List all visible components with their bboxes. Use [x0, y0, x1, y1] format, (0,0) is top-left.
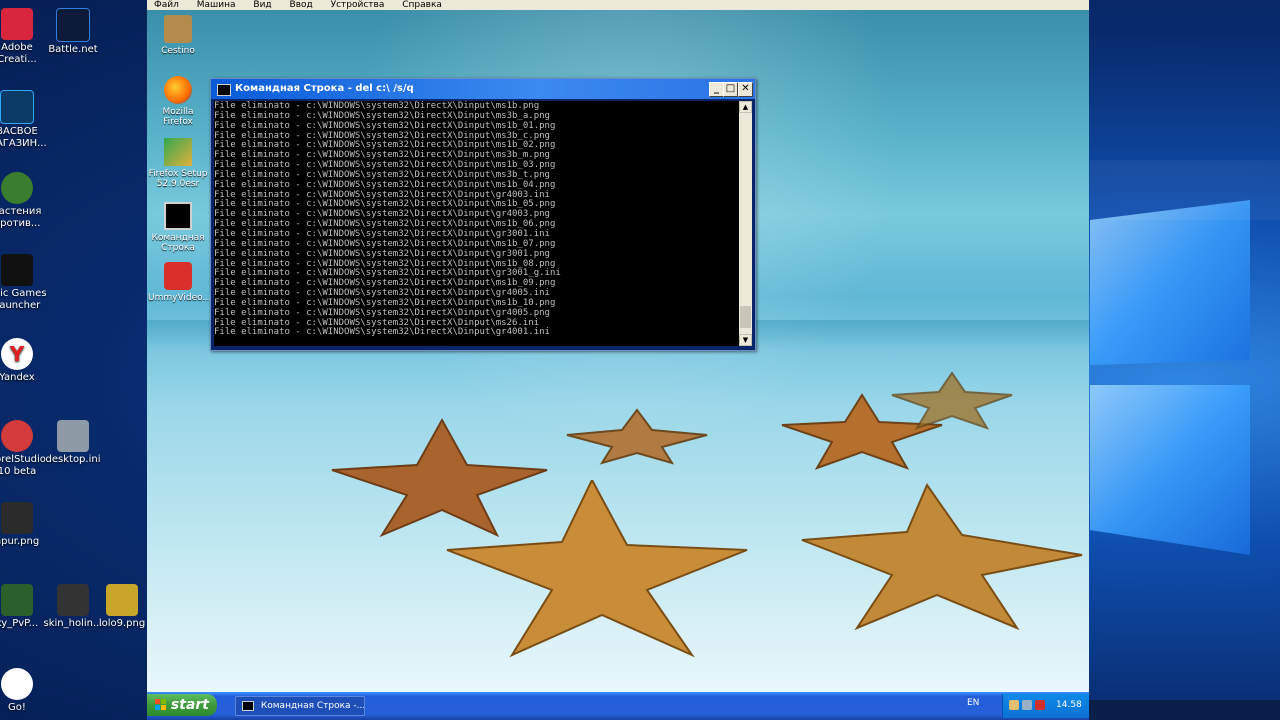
- cmd-window-icon[interactable]: [217, 84, 231, 96]
- vm-menu-devices[interactable]: Устройства: [331, 0, 385, 10]
- vm-menu-help[interactable]: Справка: [402, 0, 442, 10]
- xp-icon-ummy[interactable]: UmmyVideo...: [148, 262, 212, 303]
- yandex-icon: Y: [1, 338, 33, 370]
- vm-menu-view[interactable]: Вид: [253, 0, 271, 10]
- windows10-logo-glow: [1090, 160, 1280, 555]
- xp-icon-recycle-bin[interactable]: Cestino: [148, 15, 208, 56]
- scroll-thumb[interactable]: [740, 306, 751, 328]
- taskbar-clock[interactable]: 14.58: [1056, 700, 1082, 710]
- command-prompt-window[interactable]: Командная Строка - del c:\ /s/q _ □ ✕ Fi…: [210, 78, 756, 351]
- start-label: start: [170, 697, 209, 713]
- host-icon-label: ВАСВОЕ МАГАЗИН...: [0, 126, 47, 149]
- battle-net-icon: [56, 8, 90, 42]
- xp-icon-label: Mozilla Firefox: [162, 107, 194, 127]
- host-icon-label: Yandex: [0, 372, 35, 383]
- close-button[interactable]: ✕: [738, 82, 753, 97]
- cmd-titlebar[interactable]: Командная Строка - del c:\ /s/q _ □ ✕: [211, 79, 755, 99]
- vm-menu-file[interactable]: Файл: [154, 0, 179, 10]
- host-icon-label: Растения против...: [0, 206, 42, 229]
- maximize-button[interactable]: □: [723, 82, 738, 97]
- starfish-decoration: [446, 480, 748, 658]
- xp-taskbar: start Командная Строка -... EN 14.58: [147, 692, 1089, 720]
- taskbar-item-label: Командная Строка -...: [260, 701, 365, 711]
- xp-icon-label: Firefox Setup 52.9.0esr: [148, 169, 208, 189]
- host-icon-yandex[interactable]: Y Yandex: [0, 338, 52, 384]
- system-tray: 14.58: [1002, 694, 1089, 718]
- npur-png-icon: [1, 502, 33, 534]
- cmd-window-title: Командная Строка - del c:\ /s/q: [235, 83, 414, 94]
- starfish-decoration: [566, 408, 708, 465]
- lolo9-png-icon: [106, 584, 138, 616]
- host-icon-battlenet[interactable]: Battle.net: [38, 8, 108, 56]
- skin-holin-icon: [57, 584, 89, 616]
- host-icon-pvz[interactable]: Растения против...: [0, 172, 52, 230]
- vm-menubar: Файл Машина Вид Ввод Устройства Справка: [147, 0, 1089, 10]
- xp-icon-label: UmmyVideo...: [148, 293, 212, 303]
- host-icon-photoshop[interactable]: ВАСВОЕ МАГАЗИН...: [0, 90, 52, 150]
- starfish-decoration: [891, 371, 1013, 430]
- xp-icon-firefox-setup[interactable]: Firefox Setup 52.9.0esr: [148, 138, 208, 189]
- xp-icon-firefox[interactable]: Mozilla Firefox: [148, 76, 208, 127]
- command-prompt-icon: [242, 700, 254, 711]
- ky-pvp-icon: [1, 584, 33, 616]
- virtual-machine-window[interactable]: Файл Машина Вид Ввод Устройства Справка: [147, 0, 1089, 720]
- ummy-video-icon: [164, 262, 192, 290]
- host-icon-label: desktop.ini: [45, 454, 101, 465]
- language-indicator[interactable]: EN: [967, 698, 979, 708]
- host-icon-go[interactable]: Go!: [0, 668, 52, 714]
- host-icon-label: Go!: [8, 702, 26, 713]
- minimize-button[interactable]: _: [709, 82, 724, 97]
- starfish-decoration: [801, 482, 1083, 630]
- corelstudio-icon: [1, 420, 33, 452]
- scroll-down-arrow-icon[interactable]: ▼: [739, 334, 752, 346]
- firefox-icon: [164, 76, 192, 104]
- host-icon-label: Epic Games Launcher: [0, 288, 47, 311]
- xp-icon-label: Командная Строка: [151, 233, 205, 253]
- cmd-output-area[interactable]: File eliminato - c:\WINDOWS\system32\Dir…: [214, 101, 739, 346]
- cmd-vertical-scrollbar[interactable]: ▲ ▼: [739, 101, 752, 346]
- recycle-bin-icon: [164, 15, 192, 43]
- cmd-output-lines: File eliminato - c:\WINDOWS\system32\Dir…: [214, 101, 739, 338]
- host-taskbar-fragment: [1089, 700, 1280, 720]
- command-prompt-icon: [164, 202, 192, 230]
- photoshop-icon: [0, 90, 34, 124]
- start-button[interactable]: start: [147, 694, 217, 716]
- host-icon-label: Battle.net: [48, 44, 98, 55]
- host-icon-npur[interactable]: npur.png: [0, 502, 52, 548]
- tray-volume-icon[interactable]: [1022, 700, 1032, 710]
- go-app-icon: [1, 668, 33, 700]
- firefox-setup-icon: [164, 138, 192, 166]
- xp-icon-label: Cestino: [161, 46, 195, 56]
- tray-network-icon[interactable]: [1009, 700, 1019, 710]
- tray-security-shield-icon[interactable]: [1035, 700, 1045, 710]
- host-icon-epic[interactable]: Epic Games Launcher: [0, 254, 52, 312]
- host-icon-label: lolo9.png: [98, 618, 146, 629]
- desktop-ini-icon: [57, 420, 89, 452]
- taskbar-item-cmd[interactable]: Командная Строка -...: [235, 696, 365, 716]
- adobe-creative-cloud-icon: [1, 8, 33, 40]
- vm-menu-machine[interactable]: Машина: [197, 0, 236, 10]
- windows-flag-icon: [155, 699, 166, 710]
- vm-menu-input[interactable]: Ввод: [290, 0, 313, 10]
- epic-games-icon: [1, 254, 33, 286]
- scroll-up-arrow-icon[interactable]: ▲: [739, 101, 752, 113]
- cmd-output-line: File eliminato - c:\WINDOWS\system32\Dir…: [214, 327, 550, 338]
- plants-vs-zombies-icon: [1, 172, 33, 204]
- xp-desktop[interactable]: Cestino Mozilla Firefox Firefox Setup 52…: [147, 10, 1089, 692]
- xp-icon-cmd[interactable]: Командная Строка: [148, 202, 208, 253]
- host-icon-desktop-ini[interactable]: desktop.ini: [38, 420, 108, 466]
- host-icon-label: npur.png: [0, 536, 40, 547]
- host-icon-lolo9[interactable]: lolo9.png: [97, 584, 147, 630]
